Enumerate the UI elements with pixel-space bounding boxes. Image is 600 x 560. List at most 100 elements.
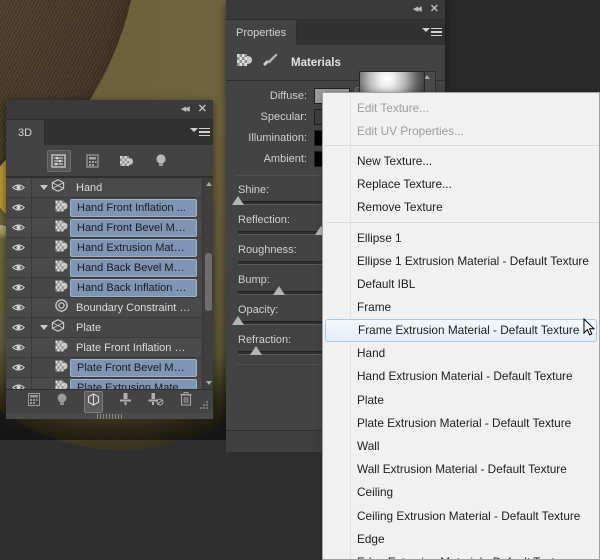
visibility-toggle-eye-icon[interactable] [6,338,32,357]
slider-knob[interactable] [232,316,244,325]
menu-item[interactable]: Plate Extrusion Material - Default Textu… [323,411,599,434]
close-icon[interactable]: ✕ [430,4,439,15]
3d-list-scrollbar[interactable] [202,178,213,389]
scroll-up-arrow-icon[interactable] [204,179,213,189]
delete-icon[interactable] [180,392,192,411]
scene-list-row[interactable]: Plate [6,318,213,338]
scene-list-row[interactable]: Hand Front Bevel Mat... [6,218,213,238]
menu-separator [325,145,599,147]
texture-dropdown-menu[interactable]: Edit Texture... Edit UV Properties... New … [322,92,600,560]
scene-list-row[interactable]: Boundary Constraint 1... [6,298,213,318]
material-icon [55,219,68,237]
visibility-toggle-eye-icon[interactable] [6,358,32,377]
lights-filter-icon[interactable] [149,150,173,172]
menu-item[interactable]: Wall Extrusion Material - Default Textur… [323,458,599,481]
3d-panel-menu-icon[interactable] [190,126,210,138]
menu-item[interactable]: Frame Extrusion Material - Default Textu… [325,318,597,342]
scene-list-row[interactable]: Hand Front Inflation ... [6,198,213,218]
visibility-toggle-eye-icon[interactable] [6,278,32,297]
group-expander[interactable] [32,318,70,337]
add-mesh-icon[interactable] [27,392,40,411]
menu-item[interactable]: Wall [323,434,599,457]
remove-light-icon[interactable] [148,392,164,411]
visibility-toggle-eye-icon[interactable] [6,218,32,237]
scene-list-row[interactable]: Plate Front Inflation M... [6,338,213,358]
scene-filter-icon[interactable] [46,149,71,172]
row-type-icon [32,239,70,257]
menu-item[interactable]: Edge Extrusion Material - Default Textur… [323,550,599,559]
scene-list-row-label: Hand Front Bevel Mat... [70,218,197,237]
properties-titlebar: ◂◂ ✕ [226,0,445,20]
row-type-icon [32,259,70,277]
scene-list-row-label: Hand [76,181,103,194]
visibility-toggle-eye-icon[interactable] [6,178,32,197]
menu-item[interactable]: Edge [323,527,599,550]
scene-list-row[interactable]: Hand [6,178,213,198]
material-color-label: Diffuse: [269,90,307,102]
scene-list-row[interactable]: Hand Back Inflation M... [6,278,213,298]
menu-item[interactable]: Hand Extrusion Material - Default Textur… [323,365,599,388]
scene-list-row-label: Plate Extrusion Material [70,378,197,389]
menu-item[interactable]: Default IBL [323,272,599,295]
add-environment-icon[interactable] [83,390,103,413]
scene-list-row-label: Hand Front Inflation ... [70,198,197,217]
menu-item[interactable]: Ellipse 1 [323,226,599,249]
visibility-toggle-eye-icon[interactable] [6,198,32,217]
slider-knob[interactable] [273,286,286,295]
group-expander[interactable] [32,178,70,197]
slider-knob[interactable] [232,196,244,205]
visibility-toggle-eye-icon[interactable] [6,318,32,337]
materials-filter-icon[interactable] [115,150,139,172]
properties-header-title: Materials [291,56,341,69]
menu-item[interactable]: Frame [323,296,599,319]
chevron-down-icon[interactable] [40,185,48,190]
menu-item[interactable]: Ellipse 1 Extrusion Material - Default T… [323,249,599,272]
material-icon [55,259,68,277]
menu-item[interactable]: Ceiling [323,481,599,504]
slider-knob[interactable] [249,346,262,355]
collapse-to-icons-icon[interactable]: ◂◂ [413,4,422,15]
scroll-down-arrow-icon[interactable] [204,378,213,388]
visibility-toggle-eye-icon[interactable] [6,378,32,389]
materials-icon[interactable] [236,52,253,73]
panel-resize-grip[interactable] [199,400,210,411]
scene-list-row[interactable]: Plate Front Bevel Mat... [6,358,213,378]
material-icon [55,359,68,377]
scrollbar-thumb[interactable] [205,253,212,311]
material-icon [55,279,68,297]
menu-item[interactable]: Remove Texture [323,196,599,219]
chevron-down-icon[interactable] [40,325,48,330]
paint-brush-icon[interactable] [261,52,279,73]
meshes-filter-icon[interactable] [81,150,105,172]
panel-bottom-grip[interactable] [6,413,213,419]
tab-3d[interactable]: 3D [6,120,46,145]
tab-properties[interactable]: Properties [226,20,298,45]
3d-filter-toolbar [6,145,213,177]
scene-list-row-label: Plate Front Inflation M... [76,341,193,354]
material-icon [55,379,68,389]
scene-list-row[interactable]: Plate Extrusion Material [6,378,213,389]
visibility-toggle-eye-icon[interactable] [6,258,32,277]
row-type-icon [32,279,70,297]
menu-item[interactable]: Replace Texture... [323,173,599,196]
properties-panel-menu-icon[interactable] [422,26,442,38]
row-type-icon [32,199,70,217]
menu-item[interactable]: Plate [323,388,599,411]
menu-item: Edit Texture... [357,100,429,115]
constraint-icon [55,298,68,317]
menu-item[interactable]: Hand [323,342,599,365]
visibility-toggle-eye-icon[interactable] [6,238,32,257]
scene-list-row[interactable]: Hand Back Bevel Mate... [6,258,213,278]
scene-list-row[interactable]: Hand Extrusion Material [6,238,213,258]
add-light-icon[interactable] [56,392,68,411]
material-icon [55,199,68,217]
collapse-to-icons-icon[interactable]: ◂◂ [181,104,190,115]
add-point-light-icon[interactable] [119,392,132,411]
tabrow-filler [45,120,213,145]
visibility-toggle-eye-icon[interactable] [6,298,32,317]
screenshot-root: ◂◂ ✕ 3D Hand Hand Front Inflation ... Ha… [0,0,600,560]
close-icon[interactable]: ✕ [198,104,207,115]
menu-item[interactable]: Ceiling Extrusion Material - Default Tex… [323,504,599,527]
3d-scene-list[interactable]: Hand Hand Front Inflation ... Hand Front B… [6,177,213,389]
menu-item[interactable]: New Texture... [323,149,599,172]
